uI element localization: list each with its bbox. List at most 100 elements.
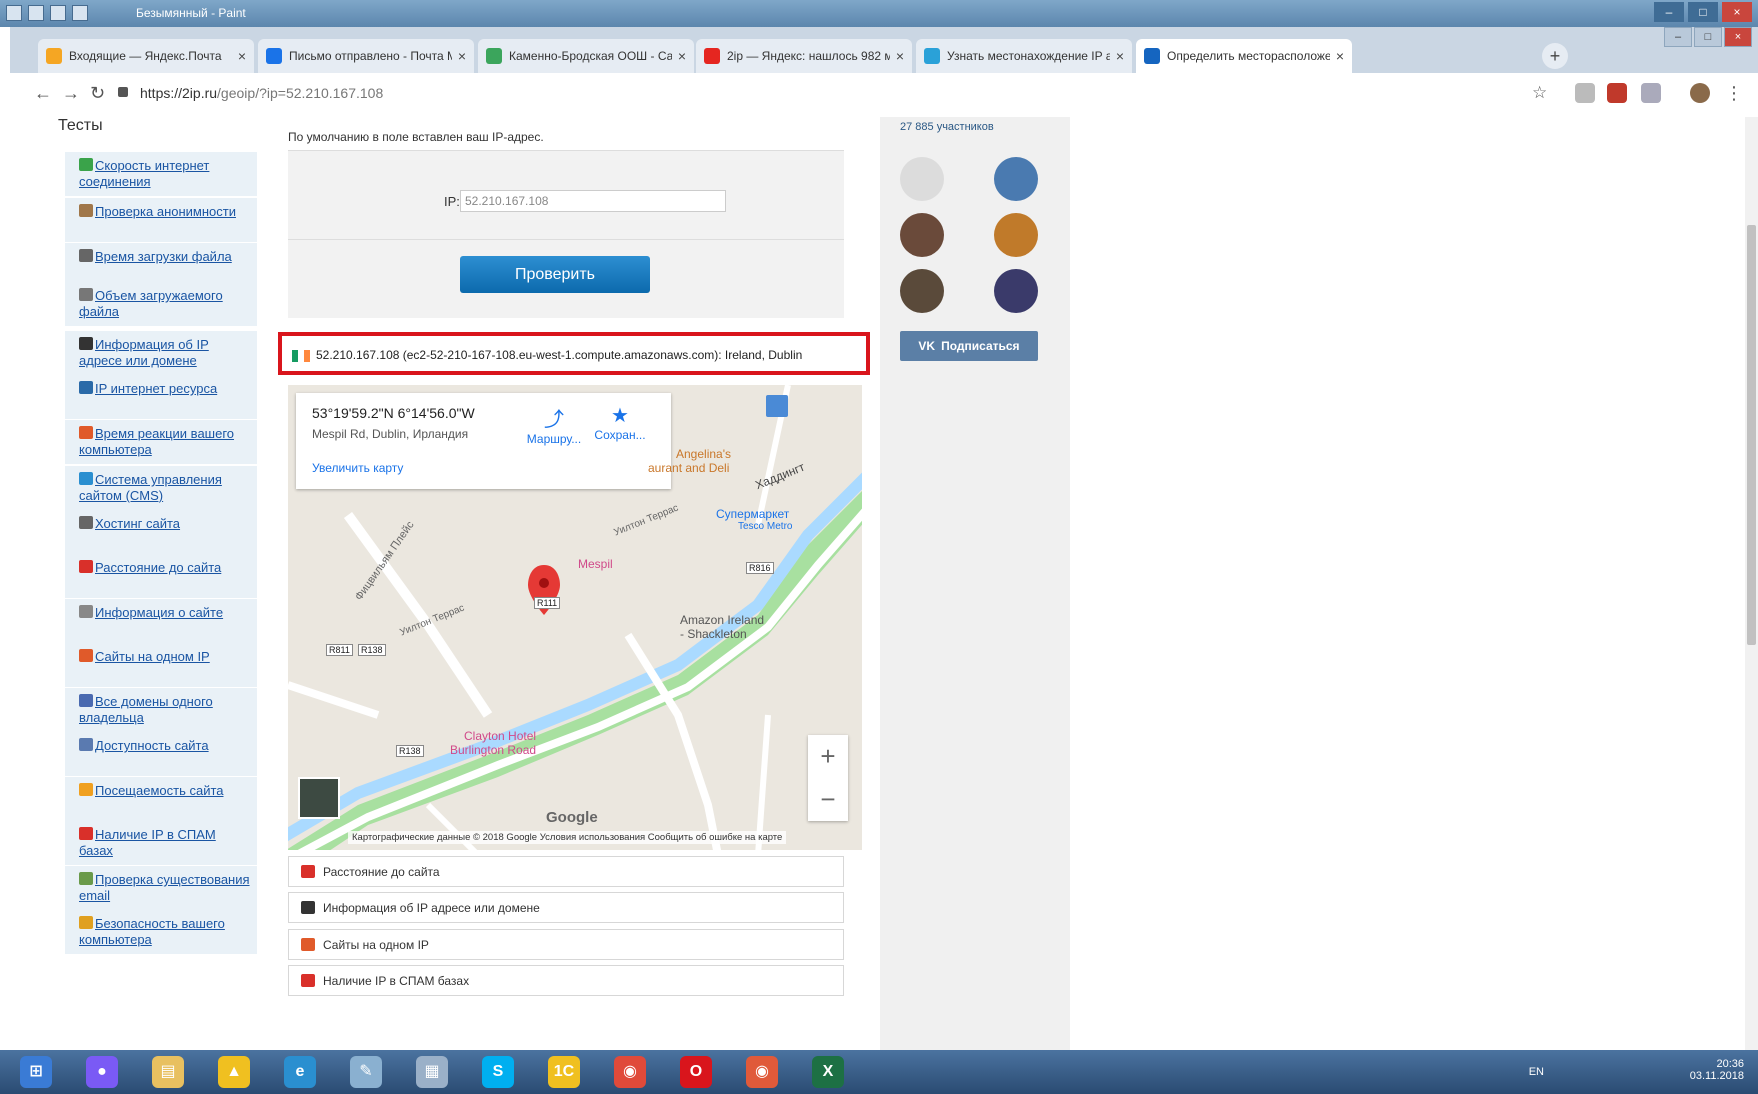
sidebar-item-link[interactable]: Проверка существования email [79, 872, 250, 903]
map-label-supermarket[interactable]: Супермаркет [716, 507, 789, 521]
map-label-restaurant[interactable]: aurant and Deli [648, 461, 729, 475]
sidebar-item[interactable]: Сайты на одном IP [65, 643, 257, 687]
browser-tab[interactable]: Определить месторасположени × [1136, 39, 1352, 73]
satellite-toggle[interactable] [298, 777, 340, 819]
sidebar-item-link[interactable]: Расстояние до сайта [95, 560, 221, 575]
ip-input[interactable] [460, 190, 726, 212]
sidebar-item[interactable]: Время реакции вашего компьютера [65, 420, 257, 464]
tab-close-icon[interactable]: × [1116, 48, 1124, 64]
bookmark-star-icon[interactable]: ☆ [1532, 83, 1547, 103]
street-view-icon[interactable] [766, 395, 788, 417]
onec-app[interactable]: 1C [548, 1056, 580, 1088]
map-label-angelinas[interactable]: Angelina's [676, 447, 731, 461]
sidebar-item-link[interactable]: Время загрузки файла [95, 249, 232, 264]
opera-app[interactable]: O [680, 1056, 712, 1088]
sidebar-item-link[interactable]: Время реакции вашего компьютера [79, 426, 234, 457]
sidebar-item[interactable]: Доступность сайта [65, 732, 257, 776]
vk-subscribe-button[interactable]: VK Подписаться [900, 331, 1038, 361]
page-scrollbar[interactable] [1745, 117, 1758, 1050]
browser-close-button[interactable]: × [1724, 27, 1752, 47]
vk-members-count[interactable]: 27 885 участников [900, 121, 994, 133]
forward-icon[interactable]: → [62, 83, 80, 104]
paint-app[interactable]: ✎ [350, 1056, 382, 1088]
zoom-in-button[interactable]: + [808, 735, 848, 778]
redo-icon[interactable] [72, 5, 88, 21]
sidebar-item[interactable]: IP интернет ресурса [65, 375, 257, 419]
map-label-tesco[interactable]: Tesco Metro [738, 521, 792, 532]
vk-member-avatar[interactable] [900, 269, 944, 313]
back-icon[interactable]: ← [34, 83, 52, 104]
browser-restore-button[interactable]: □ [1694, 27, 1722, 47]
google-map[interactable]: 53°19'59.2"N 6°14'56.0"W Mespil Rd, Dubl… [288, 385, 862, 850]
extension-shield-icon[interactable] [1607, 83, 1627, 103]
vk-member-avatar[interactable] [994, 157, 1038, 201]
related-test-link[interactable]: Информация об IP адресе или домене [288, 892, 844, 923]
address-input[interactable]: https://2ip.ru/geoip/?ip=52.210.167.108 [140, 85, 383, 101]
tab-close-icon[interactable]: × [896, 48, 904, 64]
sidebar-item-link[interactable]: Все домены одного владельца [79, 694, 213, 725]
zoom-out-button[interactable]: − [808, 778, 848, 821]
route-button[interactable]: ⤴ Маршру... [518, 403, 590, 446]
map-label-amazon-1[interactable]: Amazon Ireland [680, 613, 764, 627]
vk-member-avatar[interactable] [994, 213, 1038, 257]
clock-date[interactable]: 03.11.2018 [1690, 1070, 1744, 1082]
related-test-link[interactable]: Расстояние до сайта [288, 856, 844, 887]
paint-app-icon[interactable] [6, 5, 22, 21]
tab-close-icon[interactable]: × [1336, 48, 1344, 64]
sidebar-item[interactable]: Скорость интернет соединения [65, 152, 257, 196]
sidebar-item-link[interactable]: Объем загружаемого файла [79, 288, 223, 319]
check-button[interactable]: Проверить [460, 256, 650, 293]
close-button[interactable]: × [1722, 2, 1752, 22]
start-button[interactable]: ⊞ [20, 1056, 52, 1088]
sidebar-item-link[interactable]: Скорость интернет соединения [79, 158, 209, 189]
vk-member-avatar[interactable] [994, 269, 1038, 313]
excel-app[interactable]: X [812, 1056, 844, 1088]
extension-puzzle-icon[interactable] [1641, 83, 1661, 103]
sidebar-item-link[interactable]: Посещаемость сайта [95, 783, 224, 798]
sidebar-item[interactable]: Информация об IP адресе или домене [65, 331, 257, 375]
sidebar-item[interactable]: Безопасность вашего компьютера [65, 910, 257, 954]
menu-icon[interactable]: ⋮ [1725, 83, 1743, 104]
chrome-app[interactable]: ◉ [614, 1056, 646, 1088]
browser-minimize-button[interactable]: – [1664, 27, 1692, 47]
reload-icon[interactable]: ↻ [90, 83, 105, 104]
minimize-button[interactable]: – [1654, 2, 1684, 22]
browser-tab[interactable]: Каменно-Бродская ООШ - Сайт × [478, 39, 694, 73]
sidebar-item-link[interactable]: Доступность сайта [95, 738, 209, 753]
sidebar-item[interactable]: Посещаемость сайта [65, 777, 257, 821]
sidebar-item-link[interactable]: Сайты на одном IP [95, 649, 210, 664]
sidebar-item-link[interactable]: Проверка анонимности [95, 204, 236, 219]
sidebar-item-link[interactable]: Безопасность вашего компьютера [79, 916, 225, 947]
browser-tab[interactable]: 2ip — Яндекс: нашлось 982 млн × [696, 39, 912, 73]
sidebar-item-link[interactable]: IP интернет ресурса [95, 381, 217, 396]
related-test-link[interactable]: Наличие IP в СПАМ базах [288, 965, 844, 996]
lock-icon[interactable] [118, 87, 128, 97]
sidebar-item[interactable]: Объем загружаемого файла [65, 282, 257, 326]
warning-app[interactable]: ▲ [218, 1056, 250, 1088]
save-place-button[interactable]: ★ Сохран... [584, 403, 656, 442]
sidebar-item-link[interactable]: Наличие IP в СПАМ базах [79, 827, 216, 858]
sidebar-item[interactable]: Система управления сайтом (CMS) [65, 466, 257, 510]
skype-app[interactable]: S [482, 1056, 514, 1088]
map-attribution[interactable]: Картографические данные © 2018 Google Ус… [348, 831, 787, 844]
chrome-profile-app[interactable]: ◉ [746, 1056, 778, 1088]
clock-time[interactable]: 20:36 [1690, 1058, 1744, 1070]
scrollbar-thumb[interactable] [1747, 225, 1756, 645]
vk-member-avatar[interactable] [900, 157, 944, 201]
browser-tab[interactable]: Входящие — Яндекс.Почта × [38, 39, 254, 73]
sidebar-item-link[interactable]: Система управления сайтом (CMS) [79, 472, 222, 503]
sidebar-item[interactable]: Расстояние до сайта [65, 554, 257, 598]
sidebar-item[interactable]: Проверка анонимности [65, 198, 257, 242]
map-label-clayton-1[interactable]: Clayton Hotel [464, 729, 536, 743]
ie-app[interactable]: e [284, 1056, 316, 1088]
browser-tab[interactable]: Узнать местонахождение IP адр × [916, 39, 1132, 73]
undo-icon[interactable] [50, 5, 66, 21]
language-indicator[interactable]: EN [1529, 1066, 1544, 1078]
sidebar-item-link[interactable]: Информация об IP адресе или домене [79, 337, 209, 368]
sidebar-item[interactable]: Информация о сайте [65, 599, 257, 643]
tab-close-icon[interactable]: × [238, 48, 246, 64]
related-test-link[interactable]: Сайты на одном IP [288, 929, 844, 960]
maximize-button[interactable]: □ [1688, 2, 1718, 22]
new-tab-button[interactable]: + [1542, 43, 1568, 69]
cortana-app[interactable]: ● [86, 1056, 118, 1088]
